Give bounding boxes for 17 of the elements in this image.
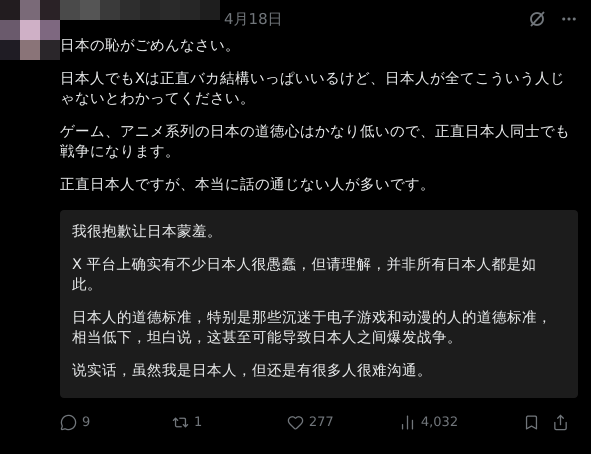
slashed-circle-icon[interactable] — [528, 10, 546, 28]
post-text: 正直日本人ですが、本当に話の通じない人が多いです。 — [60, 176, 436, 195]
heart-icon — [286, 414, 304, 431]
like-button[interactable]: 277 — [286, 414, 399, 431]
views-button[interactable]: 4,032 — [398, 414, 523, 431]
translated-text: X 平台上确实有不少日本人很愚蠢，但请理解，并非所有日本人都是如此。 — [72, 256, 538, 295]
post-date[interactable]: 4月18日 — [224, 10, 283, 29]
post-text: 日本の恥がごめんなさい。 — [60, 37, 241, 56]
translated-text: 我很抱歉让日本蒙羞。 — [72, 222, 223, 242]
share-icon — [552, 414, 569, 431]
post-text: ゲーム、アニメ系列の日本の道徳心はかなり低いので、正直日本人同士でも戦争になります。 — [60, 122, 571, 162]
translated-text: 日本人的道德标准，特别是那些沉迷于电子游戏和动漫的人的道德标准，相当低下，坦白说，这甚至可能导致日本人之间爆发战争。 — [72, 309, 553, 348]
post-text: 日本人でもXは正直バカ結構いっぱいいるけど、日本人が全てこういう人じゃないとわかってください。 — [60, 70, 566, 109]
translated-text: 说实话，虽然我是日本人，但还是有很多人很难沟通。 — [72, 362, 433, 381]
reply-icon — [60, 414, 77, 431]
reply-button[interactable]: 9 — [60, 414, 172, 431]
repost-button[interactable]: 1 — [172, 414, 287, 431]
